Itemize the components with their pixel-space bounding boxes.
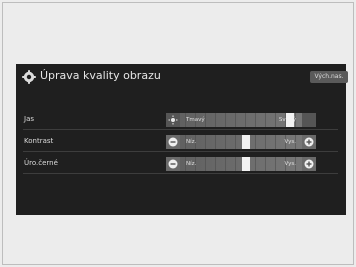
contrast-slider-knob[interactable] <box>241 135 250 149</box>
black-level-label: Úro.černé <box>24 159 58 167</box>
row-divider <box>23 173 338 174</box>
black-level-decrease-button[interactable] <box>166 157 180 171</box>
contrast-low-label: Níz. <box>186 139 197 145</box>
black-level-low-label: Níz. <box>186 161 197 167</box>
contrast-slider[interactable]: Níz. Vys. <box>166 135 316 149</box>
brightness-slider[interactable]: Tmavý Světlý <box>166 113 316 127</box>
brightness-slider-knob[interactable] <box>286 113 295 127</box>
brightness-label: Jas <box>24 115 35 123</box>
reset-defaults-button[interactable]: Vých.nas. <box>310 71 348 83</box>
plus-icon <box>304 137 314 147</box>
page-title: Úprava kvality obrazu <box>40 69 161 82</box>
contrast-label: Kontrast <box>24 137 54 145</box>
minus-icon <box>168 159 178 169</box>
plus-icon <box>304 159 314 169</box>
row-contrast: Kontrast Níz. Vys. <box>16 130 346 152</box>
black-level-slider[interactable]: Níz. Vys. <box>166 157 316 171</box>
gear-icon <box>22 70 36 84</box>
sun-icon <box>166 113 180 127</box>
contrast-increase-button[interactable] <box>302 135 316 149</box>
black-level-increase-button[interactable] <box>302 157 316 171</box>
picture-quality-screen: Úprava kvality obrazu Vých.nas. Jas Tmav… <box>16 64 348 215</box>
screen-header: Úprava kvality obrazu Vých.nas. <box>16 64 348 90</box>
contrast-decrease-button[interactable] <box>166 135 180 149</box>
brightness-increase-icon <box>302 113 316 127</box>
black-level-high-label: Vys. <box>284 161 296 167</box>
row-black-level: Úro.černé Níz. Vys. <box>16 152 346 174</box>
brightness-low-label: Tmavý <box>186 117 205 123</box>
black-level-slider-knob[interactable] <box>241 157 250 171</box>
row-brightness: Jas Tmavý Světlý <box>16 108 346 130</box>
page-frame: Úprava kvality obrazu Vých.nas. Jas Tmav… <box>2 2 354 265</box>
minus-icon <box>168 137 178 147</box>
contrast-high-label: Vys. <box>284 139 296 145</box>
